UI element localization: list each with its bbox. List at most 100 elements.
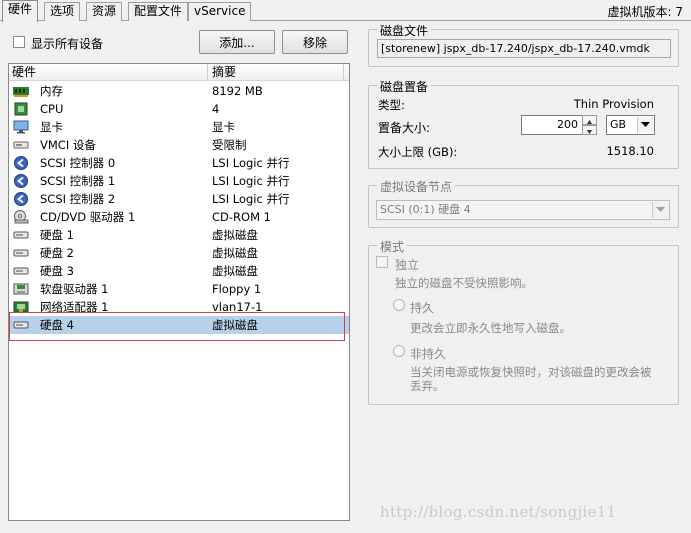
type-value: Thin Provision [573,97,654,111]
disk-icon [13,228,29,242]
vm-version-label: 虚拟机版本: 7 [607,5,684,19]
disk-file-group: 磁盘文件 [storenew] jspx_db-17.240/jspx_db-1… [368,22,679,67]
disk-file-path-field[interactable]: [storenew] jspx_db-17.240/jspx_db-17.240… [377,39,671,58]
hardware-summary: 8192 MB [212,84,263,98]
table-row[interactable]: 显卡 显卡 [9,118,349,136]
size-up-button[interactable] [582,115,597,125]
hardware-summary: 虚拟磁盘 [212,228,258,242]
mode-group: 模式 独立 独立的磁盘不受快照影响。 持久 更改会立即永久性地写入磁盘。 非持久… [368,238,679,405]
chevron-down-icon [641,122,650,127]
persistent-label: 持久 [410,301,435,315]
size-unit-dropdown-button[interactable] [637,117,653,133]
chevron-down-icon [587,130,592,134]
nonpersistent-description-line-2: 丢弃。 [410,379,445,393]
provision-size-input[interactable]: 200 [521,115,583,135]
cpu-icon [13,102,29,116]
floppy-icon [13,282,29,296]
scsi-icon [13,174,29,188]
hardware-summary: 4 [212,102,220,116]
hardware-name: 软盘驱动器 1 [40,282,109,296]
hardware-summary: 显卡 [212,120,235,134]
tab-resources[interactable]: 资源 [86,2,123,21]
hardware-name: 硬盘 2 [40,246,74,260]
virtual-device-node-select[interactable]: SCSI (0:1) 硬盘 4 [376,200,670,220]
add-button[interactable]: 添加... [199,30,275,54]
nonpersistent-description-line-1: 当关闭电源或恢复快照时，对该磁盘的更改会被 [410,365,652,379]
independent-label: 独立 [395,258,420,272]
table-row[interactable]: SCSI 控制器 1 LSI Logic 并行 [9,172,349,190]
hardware-summary: 虚拟磁盘 [212,246,258,260]
show-all-devices-checkbox[interactable] [13,36,25,48]
hardware-summary: LSI Logic 并行 [212,156,290,170]
size-down-button[interactable] [582,125,597,135]
independent-description: 独立的磁盘不受快照影响。 [395,276,533,290]
hardware-name: CD/DVD 驱动器 1 [40,210,136,224]
hardware-name: SCSI 控制器 0 [40,156,116,170]
cdrom-icon [13,210,29,224]
nonpersistent-radio[interactable] [393,345,405,357]
watermark-url: http://blog.csdn.net/songjie11 [380,503,617,521]
hardware-list-header: 硬件 摘要 [9,64,349,81]
scsi-icon [13,192,29,206]
hardware-name: 硬盘 1 [40,228,74,242]
disk-provisioning-group: 磁盘置备 类型: Thin Provision 置备大小: 200 GB 大小上… [368,78,679,169]
tab-options[interactable]: 选项 [44,2,81,21]
column-header-hardware[interactable]: 硬件 [9,64,36,81]
max-size-label: 大小上限 (GB): [378,145,458,159]
mode-title: 模式 [377,238,408,255]
remove-button[interactable]: 移除 [282,30,348,54]
hardware-summary: CD-ROM 1 [212,210,271,224]
hardware-name: CPU [40,102,64,116]
disk-icon [13,246,29,260]
hardware-name: SCSI 控制器 1 [40,174,116,188]
table-row[interactable]: 软盘驱动器 1 Floppy 1 [9,280,349,298]
tab-bar: 硬件 选项 资源 配置文件 vService 虚拟机版本: 7 [0,0,691,22]
selection-highlight-box [9,312,345,341]
nonpersistent-label: 非持久 [410,347,447,361]
table-row[interactable]: 内存 8192 MB [9,82,349,100]
tab-vservice[interactable]: vService [188,2,252,21]
display-icon [13,120,29,134]
independent-checkbox[interactable] [376,256,388,268]
virtual-device-node-value: SCSI (0:1) 硬盘 4 [380,203,471,216]
virtual-device-node-title: 虚拟设备节点 [377,178,456,195]
hardware-summary: LSI Logic 并行 [212,174,290,188]
max-size-value: 1518.10 [606,144,654,158]
vmci-icon [13,138,29,152]
hardware-summary: 受限制 [212,138,247,152]
scsi-icon [13,156,29,170]
persistent-description: 更改会立即永久性地写入磁盘。 [410,321,571,335]
table-row[interactable]: CPU 4 [9,100,349,118]
column-header-summary[interactable]: 摘要 [209,64,236,81]
table-row[interactable]: SCSI 控制器 0 LSI Logic 并行 [9,154,349,172]
hardware-summary: Floppy 1 [212,282,262,296]
table-row[interactable]: CD/DVD 驱动器 1 CD-ROM 1 [9,208,349,226]
disk-icon [13,264,29,278]
disk-file-title: 磁盘文件 [377,22,432,39]
size-unit-value: GB [610,118,627,131]
show-all-devices-label: 显示所有设备 [31,37,104,51]
disk-provisioning-title: 磁盘置备 [377,78,432,95]
table-row[interactable]: 硬盘 2 虚拟磁盘 [9,244,349,262]
table-row[interactable]: VMCI 设备 受限制 [9,136,349,154]
hardware-list: 硬件 摘要 内存 8192 MB CPU 4 显卡 显卡 VMCI 设备 受限制 SCSI 控制… [8,63,350,521]
hardware-summary: LSI Logic 并行 [212,192,290,206]
virtual-device-node-dropdown-button[interactable] [652,202,668,218]
table-row[interactable]: 硬盘 3 虚拟磁盘 [9,262,349,280]
size-unit-select[interactable]: GB [606,115,655,135]
provision-size-label: 置备大小: [378,121,431,135]
tab-hardware[interactable]: 硬件 [2,0,39,22]
hardware-name: 硬盘 3 [40,264,74,278]
virtual-device-node-group: 虚拟设备节点 SCSI (0:1) 硬盘 4 [368,178,679,228]
hardware-summary: 虚拟磁盘 [212,264,258,278]
persistent-radio[interactable] [393,299,405,311]
hardware-name: 显卡 [40,120,63,134]
tab-profiles[interactable]: 配置文件 [128,2,189,21]
table-row[interactable]: SCSI 控制器 2 LSI Logic 并行 [9,190,349,208]
chevron-down-icon [656,207,665,212]
hardware-name: 内存 [40,84,63,98]
table-row[interactable]: 硬盘 1 虚拟磁盘 [9,226,349,244]
hardware-name: VMCI 设备 [40,138,96,152]
type-label: 类型: [378,98,405,112]
memory-icon [13,84,29,98]
